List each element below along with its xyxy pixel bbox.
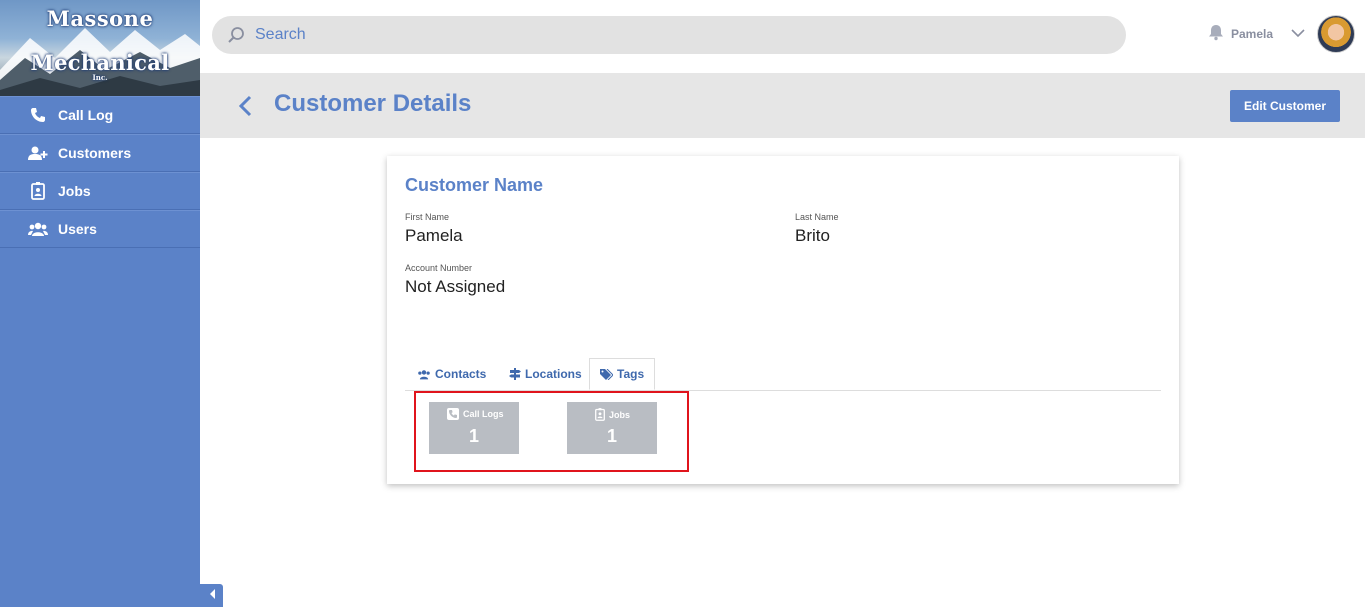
sidebar-item-jobs[interactable]: Jobs [0,172,200,210]
signpost-icon [509,368,521,380]
search-input[interactable] [253,25,1077,45]
page-header: Customer Details Edit Customer [200,73,1365,138]
tab-label: Locations [525,367,582,381]
account-number-value: Not Assigned [405,277,506,296]
sidebar-item-label: Users [58,221,97,237]
badge-icon [28,182,48,200]
tile-label: Jobs [609,409,631,420]
sidebar-collapse-button[interactable] [200,584,223,607]
last-name-value: Brito [795,226,830,245]
account-number-label: Account Number [405,263,473,273]
edit-customer-button[interactable]: Edit Customer [1230,90,1340,122]
chevron-down-icon[interactable] [1291,25,1305,43]
phone-icon [447,408,459,420]
page-title: Customer Details [274,90,472,117]
tile-label: Call Logs [463,409,504,419]
brand-line2: Mechanical [30,50,170,75]
users-icon [28,220,48,238]
call-logs-tile[interactable]: Call Logs 1 [429,402,519,454]
first-name-value: Pamela [405,226,463,245]
last-name-label: Last Name [795,212,839,222]
user-plus-icon [28,144,48,162]
sidebar: Massone Mechanical Inc. Call Log Custome… [0,0,200,607]
tab-locations[interactable]: Locations [509,358,582,390]
bell-icon[interactable] [1207,23,1225,46]
tab-tags[interactable]: Tags [589,358,656,390]
sidebar-item-customers[interactable]: Customers [0,134,200,172]
tile-count: 1 [468,426,479,446]
sidebar-item-label: Call Log [58,107,114,123]
tab-label: Tags [617,367,645,381]
back-arrow-icon[interactable] [238,95,252,117]
tab-contacts[interactable]: Contacts [417,358,486,390]
sidebar-item-label: Jobs [58,183,91,199]
section-title: Customer Name [405,175,544,195]
sidebar-nav: Call Log Customers Jobs Users [0,96,200,248]
search-bar [212,16,1126,54]
first-name-label: First Name [405,212,450,222]
chevron-left-icon [208,587,216,605]
brand-logo[interactable]: Massone Mechanical Inc. [0,0,200,96]
jobs-tile[interactable]: Jobs 1 [567,402,657,454]
tab-bar: Contacts Locations Tags [405,358,1161,391]
tags-icon [600,368,613,380]
tile-count: 1 [606,426,617,446]
users-icon [417,369,431,380]
search-icon [227,26,245,44]
sidebar-item-users[interactable]: Users [0,210,200,248]
badge-icon [595,408,605,421]
avatar[interactable] [1317,15,1355,53]
brand-line3: Inc. [92,73,108,82]
user-menu[interactable]: Pamela [1207,14,1355,54]
user-name[interactable]: Pamela [1231,27,1273,41]
sidebar-item-label: Customers [58,145,132,161]
brand-line1: Massone [46,6,154,31]
customer-card: Customer Name First Name Pamela Last Nam… [387,156,1179,484]
phone-icon [28,106,48,124]
tab-label: Contacts [435,367,487,381]
sidebar-item-call-log[interactable]: Call Log [0,96,200,134]
